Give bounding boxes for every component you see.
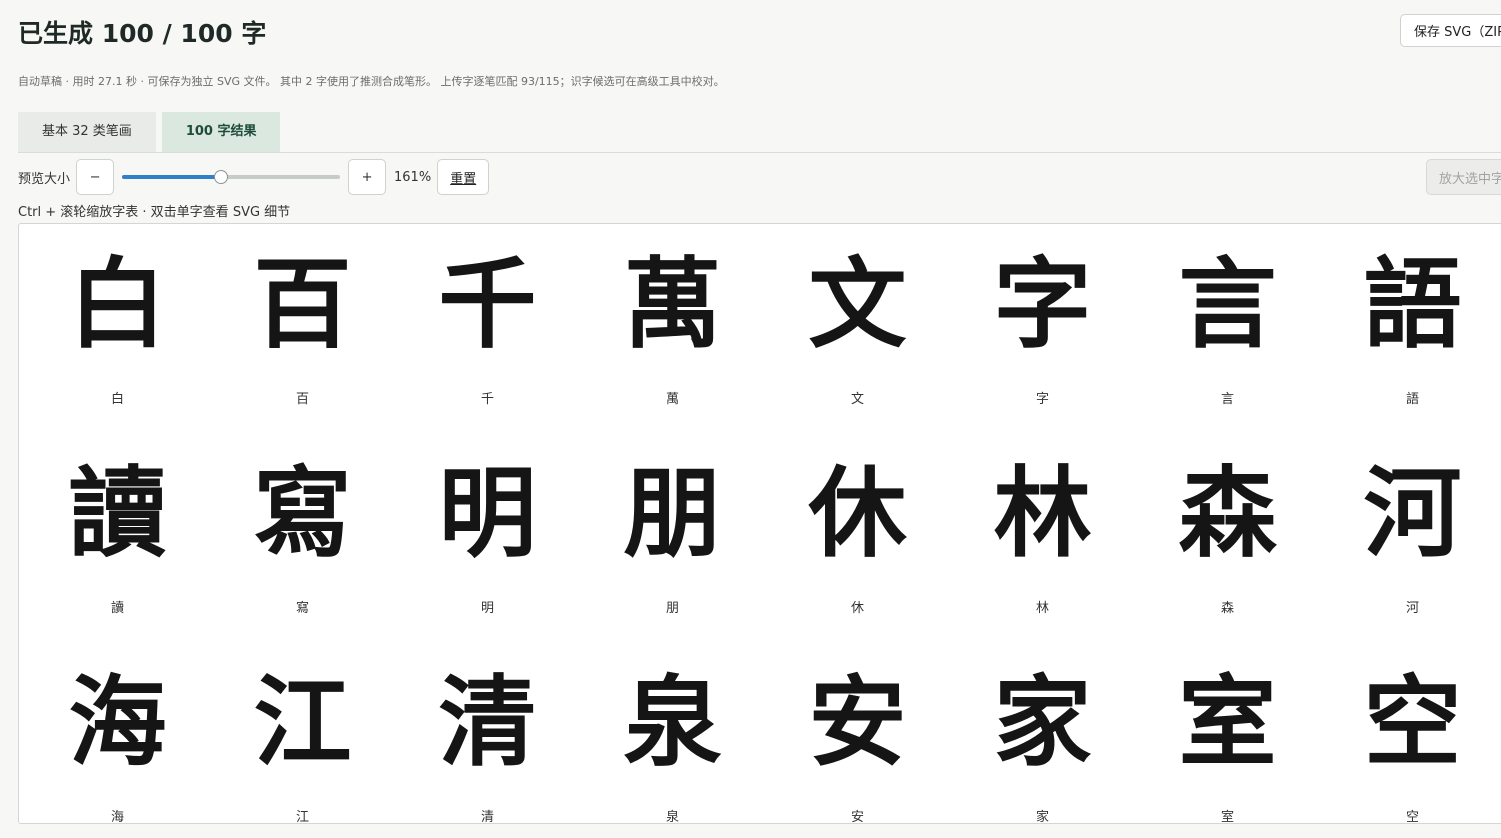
glyph-preview: 泉 <box>623 665 722 780</box>
glyph-label: 字 <box>1035 392 1049 407</box>
tab-divider <box>18 152 1501 153</box>
glyph-label: 森 <box>1220 601 1234 616</box>
glyph-cell[interactable]: 字字 <box>950 224 1135 433</box>
glyph-preview: 千 <box>438 247 537 362</box>
glyph-cell[interactable]: 千千 <box>395 224 580 433</box>
preview-size-slider[interactable] <box>122 170 341 184</box>
glyph-label: 空 <box>1405 810 1419 824</box>
app-page: 已生成 100 / 100 字 保存 SVG（ZIP） 自动草稿 · 用时 27… <box>0 0 1501 838</box>
glyph-cell[interactable]: 森森 <box>1135 433 1320 642</box>
zoom-hint: Ctrl + 滚轮缩放字表 · 双击单字查看 SVG 细节 <box>18 205 291 220</box>
glyph-preview: 休 <box>808 456 907 571</box>
glyph-cell[interactable]: 讀讀 <box>25 433 210 642</box>
preview-toolbar: 预览大小 − + 161% 重置 <box>18 159 490 195</box>
glyph-cell[interactable]: 百百 <box>210 224 395 433</box>
glyph-preview: 江 <box>253 665 352 780</box>
preview-size-label: 预览大小 <box>18 171 71 187</box>
glyph-label: 泉 <box>665 810 679 824</box>
save-svg-zip-button[interactable]: 保存 SVG（ZIP） <box>1400 14 1501 47</box>
glyph-label: 寫 <box>295 601 309 616</box>
glyph-label: 家 <box>1035 810 1049 824</box>
glyph-label: 室 <box>1220 810 1234 824</box>
glyph-label: 讀 <box>110 601 124 616</box>
glyph-label: 萬 <box>665 392 679 407</box>
glyph-preview: 言 <box>1178 247 1277 362</box>
glyph-preview: 安 <box>808 665 907 780</box>
glyph-label: 言 <box>1220 392 1234 407</box>
glyph-cell[interactable]: 林林 <box>950 433 1135 642</box>
glyph-cell[interactable]: 萬萬 <box>580 224 765 433</box>
glyph-cell[interactable]: 明明 <box>395 433 580 642</box>
glyph-label: 江 <box>295 810 309 824</box>
glyph-label: 白 <box>110 392 124 407</box>
glyph-cell[interactable]: 寫寫 <box>210 433 395 642</box>
glyph-preview: 寫 <box>253 456 352 571</box>
glyph-cell[interactable]: 白白 <box>25 224 210 433</box>
glyph-preview: 室 <box>1178 665 1277 780</box>
glyph-label: 明 <box>480 601 494 616</box>
glyph-label: 清 <box>480 810 494 824</box>
glyph-preview: 百 <box>253 247 352 362</box>
glyph-preview: 萬 <box>623 247 722 362</box>
glyph-cell[interactable]: 江江 <box>210 642 395 824</box>
glyph-label: 百 <box>295 392 309 407</box>
glyph-preview: 林 <box>993 456 1092 571</box>
glyph-cell[interactable]: 休休 <box>765 433 950 642</box>
glyph-cell[interactable]: 河河 <box>1320 433 1501 642</box>
glyph-cell[interactable]: 朋朋 <box>580 433 765 642</box>
glyph-cell[interactable]: 海海 <box>25 642 210 824</box>
glyph-label: 安 <box>850 810 864 824</box>
slider-fill <box>122 175 221 179</box>
zoom-percent: 161% <box>394 169 432 185</box>
glyph-preview: 白 <box>68 247 167 362</box>
glyph-label: 河 <box>1405 601 1419 616</box>
glyph-preview: 語 <box>1363 247 1462 362</box>
glyph-cell[interactable]: 空空 <box>1320 642 1501 824</box>
slider-thumb[interactable] <box>214 170 229 184</box>
glyph-cell[interactable]: 安安 <box>765 642 950 824</box>
glyph-cell[interactable]: 語語 <box>1320 224 1501 433</box>
glyph-label: 朋 <box>665 601 679 616</box>
view-tabs: 基本 32 类笔画 100 字结果 <box>18 112 281 152</box>
glyph-preview: 讀 <box>68 456 167 571</box>
tab-basic-strokes[interactable]: 基本 32 类笔画 <box>18 112 156 152</box>
glyph-cell[interactable]: 室室 <box>1135 642 1320 824</box>
glyph-label: 海 <box>110 810 124 824</box>
glyph-preview: 家 <box>993 665 1092 780</box>
zoom-out-button[interactable]: − <box>76 159 115 195</box>
status-summary: 自动草稿 · 用时 27.1 秒 · 可保存为独立 SVG 文件。 其中 2 字… <box>18 75 725 88</box>
page-title: 已生成 100 / 100 字 <box>18 19 267 48</box>
glyph-cell[interactable]: 清清 <box>395 642 580 824</box>
glyph-preview: 朋 <box>623 456 722 571</box>
glyph-preview: 森 <box>1178 456 1277 571</box>
glyph-label: 千 <box>480 392 494 407</box>
character-grid: 白白百百千千萬萬文文字字言言語語讀讀寫寫明明朋朋休休林林森森河河海海江江清清泉泉… <box>18 223 1501 824</box>
glyph-label: 語 <box>1405 392 1419 407</box>
zoom-in-button[interactable]: + <box>348 159 387 195</box>
glyph-cell[interactable]: 家家 <box>950 642 1135 824</box>
glyph-label: 休 <box>850 601 864 616</box>
glyph-cell[interactable]: 文文 <box>765 224 950 433</box>
glyph-preview: 海 <box>68 665 167 780</box>
tab-character-results[interactable]: 100 字结果 <box>161 112 281 152</box>
glyph-preview: 空 <box>1363 665 1462 780</box>
glyph-cell[interactable]: 言言 <box>1135 224 1320 433</box>
reset-zoom-button[interactable]: 重置 <box>437 159 490 195</box>
glyph-cell[interactable]: 泉泉 <box>580 642 765 824</box>
enlarge-selected-button[interactable]: 放大选中字 <box>1426 159 1501 195</box>
glyph-preview: 明 <box>438 456 537 571</box>
glyph-label: 林 <box>1035 601 1049 616</box>
glyph-preview: 文 <box>808 247 907 362</box>
glyph-label: 文 <box>850 392 864 407</box>
glyph-preview: 字 <box>993 247 1092 362</box>
glyph-preview: 清 <box>438 665 537 780</box>
glyph-preview: 河 <box>1363 456 1462 571</box>
